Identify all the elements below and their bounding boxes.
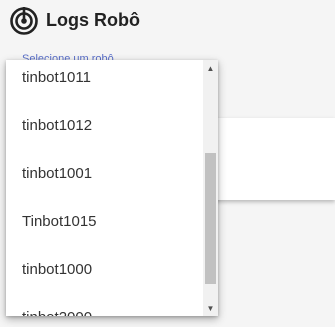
arrow-up-icon[interactable]: ▲ — [203, 60, 218, 76]
radar-icon — [10, 7, 38, 35]
robot-dropdown-list[interactable]: tinbot1011 tinbot1012 tinbot1001 Tinbot1… — [6, 60, 218, 316]
robot-option[interactable]: Tinbot1015 — [6, 197, 203, 245]
arrow-down-icon[interactable]: ▼ — [203, 300, 218, 316]
dropdown-scrollbar[interactable]: ▲ ▼ — [203, 60, 218, 316]
app-header: Logs Robô — [0, 0, 335, 48]
content-card — [212, 118, 335, 200]
robot-option[interactable]: tinbot1012 — [6, 101, 203, 149]
robot-option[interactable]: tinbot1011 — [6, 60, 203, 101]
robot-option[interactable]: tinbot1000 — [6, 245, 203, 293]
app-title: Logs Robô — [46, 10, 140, 30]
robot-option[interactable]: tinbot2000 — [6, 293, 203, 317]
robot-options: tinbot1011 tinbot1012 tinbot1001 Tinbot1… — [6, 60, 203, 317]
robot-option[interactable]: tinbot1001 — [6, 149, 203, 197]
scrollbar-thumb[interactable] — [205, 153, 216, 284]
